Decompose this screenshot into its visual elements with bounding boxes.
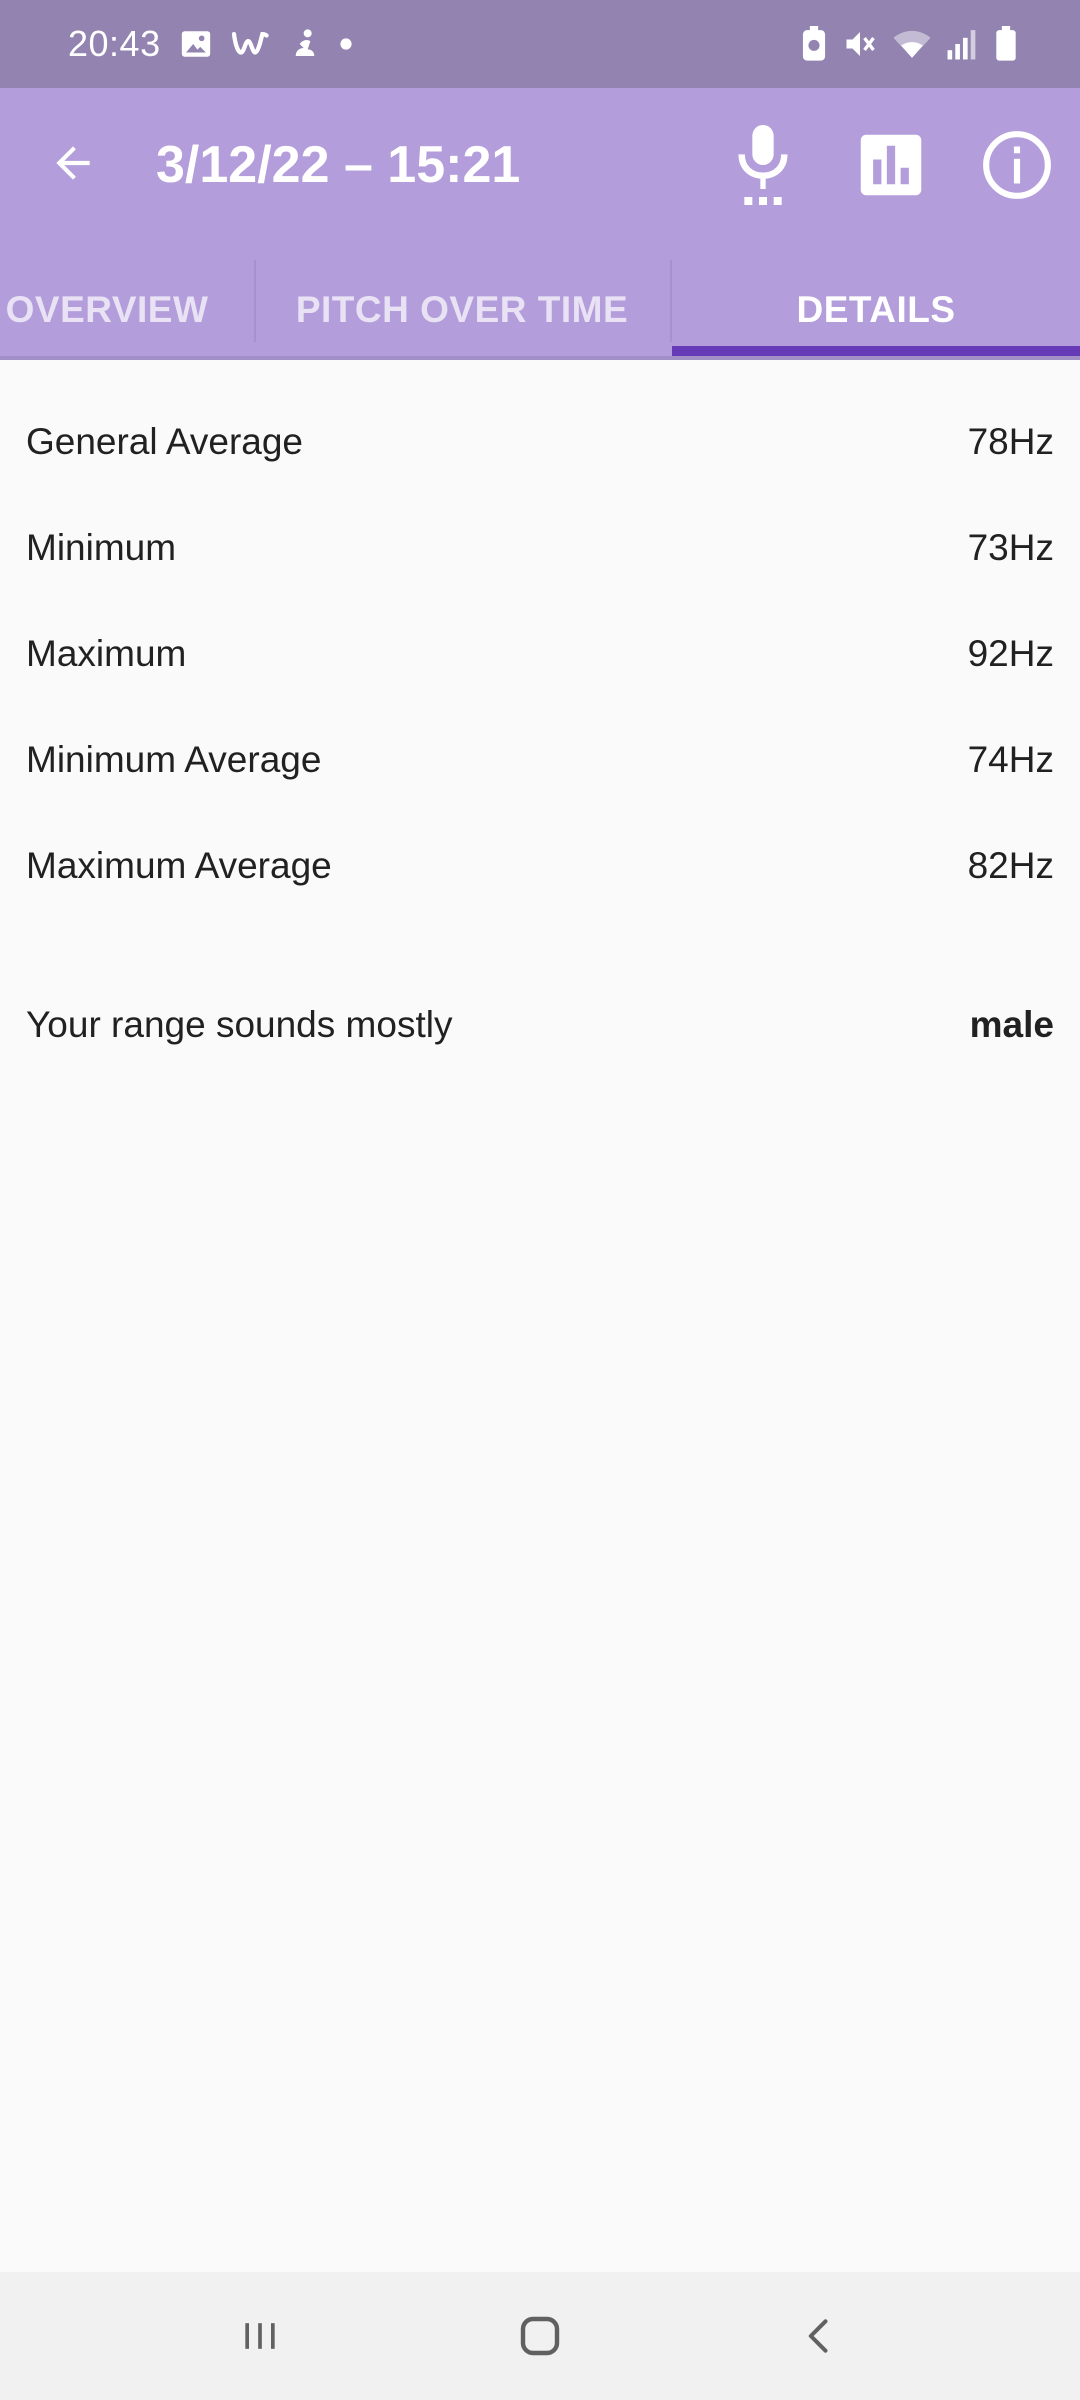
mute-icon (842, 26, 878, 62)
detail-row-minimum-average: Minimum Average 74Hz (26, 730, 1054, 790)
signal-icon (946, 28, 980, 60)
tab-pitch-over-time[interactable]: PITCH OVER TIME (254, 260, 670, 356)
recent-apps-icon (245, 2323, 275, 2349)
system-nav-bar (0, 2272, 1080, 2400)
record-button[interactable] (718, 120, 808, 210)
microphone-icon (738, 125, 788, 205)
recent-apps-button[interactable] (200, 2286, 320, 2386)
app-w-icon (231, 27, 271, 61)
tab-details[interactable]: DETAILS (672, 260, 1080, 356)
detail-value: 78Hz (967, 421, 1054, 462)
page-title: 3/12/22 – 15:21 (156, 136, 521, 194)
system-back-button[interactable] (760, 2286, 880, 2386)
detail-label: Maximum (26, 633, 187, 674)
battery-saver-icon (800, 26, 828, 62)
info-button[interactable] (972, 120, 1062, 210)
verdict-label: Your range sounds mostly (26, 1004, 453, 1045)
back-icon (808, 2319, 828, 2353)
wifi-icon (892, 27, 932, 61)
detail-row-general-average: General Average 78Hz (26, 412, 1054, 472)
status-left: 20:43 (68, 23, 353, 65)
tab-bar: OVERVIEW PITCH OVER TIME DETAILS (0, 260, 1080, 360)
dot-icon (339, 37, 353, 51)
verdict-value: male (969, 1004, 1054, 1045)
battery-icon (994, 26, 1018, 62)
home-icon (520, 2316, 560, 2356)
app-figure-icon (289, 27, 321, 61)
tab-overview[interactable]: OVERVIEW (0, 260, 254, 356)
detail-label: Minimum (26, 527, 177, 568)
gallery-icon (179, 27, 213, 61)
detail-row-maximum: Maximum 92Hz (26, 624, 1054, 684)
arrow-left-icon (56, 146, 90, 180)
detail-row-maximum-average: Maximum Average 82Hz (26, 836, 1054, 896)
detail-value: 74Hz (967, 739, 1054, 780)
home-button[interactable] (480, 2286, 600, 2386)
detail-row-minimum: Minimum 73Hz (26, 518, 1054, 578)
detail-value: 92Hz (967, 633, 1054, 674)
status-right (800, 26, 1018, 62)
info-icon (983, 131, 1051, 199)
detail-label: General Average (26, 421, 304, 462)
detail-value: 82Hz (967, 845, 1054, 886)
range-verdict-row: Your range sounds mostly male (26, 995, 1054, 1055)
detail-label: Minimum Average (26, 739, 322, 780)
status-bar: 20:43 (0, 0, 1080, 88)
detail-value: 73Hz (967, 527, 1054, 568)
bar-chart-icon (860, 134, 922, 196)
status-time: 20:43 (68, 23, 161, 64)
detail-label: Maximum Average (26, 845, 332, 886)
tab-indicator (672, 346, 1080, 356)
app-bar: 3/12/22 – 15:21 (0, 88, 1080, 260)
statistics-button[interactable] (846, 120, 936, 210)
back-button[interactable] (38, 128, 108, 198)
